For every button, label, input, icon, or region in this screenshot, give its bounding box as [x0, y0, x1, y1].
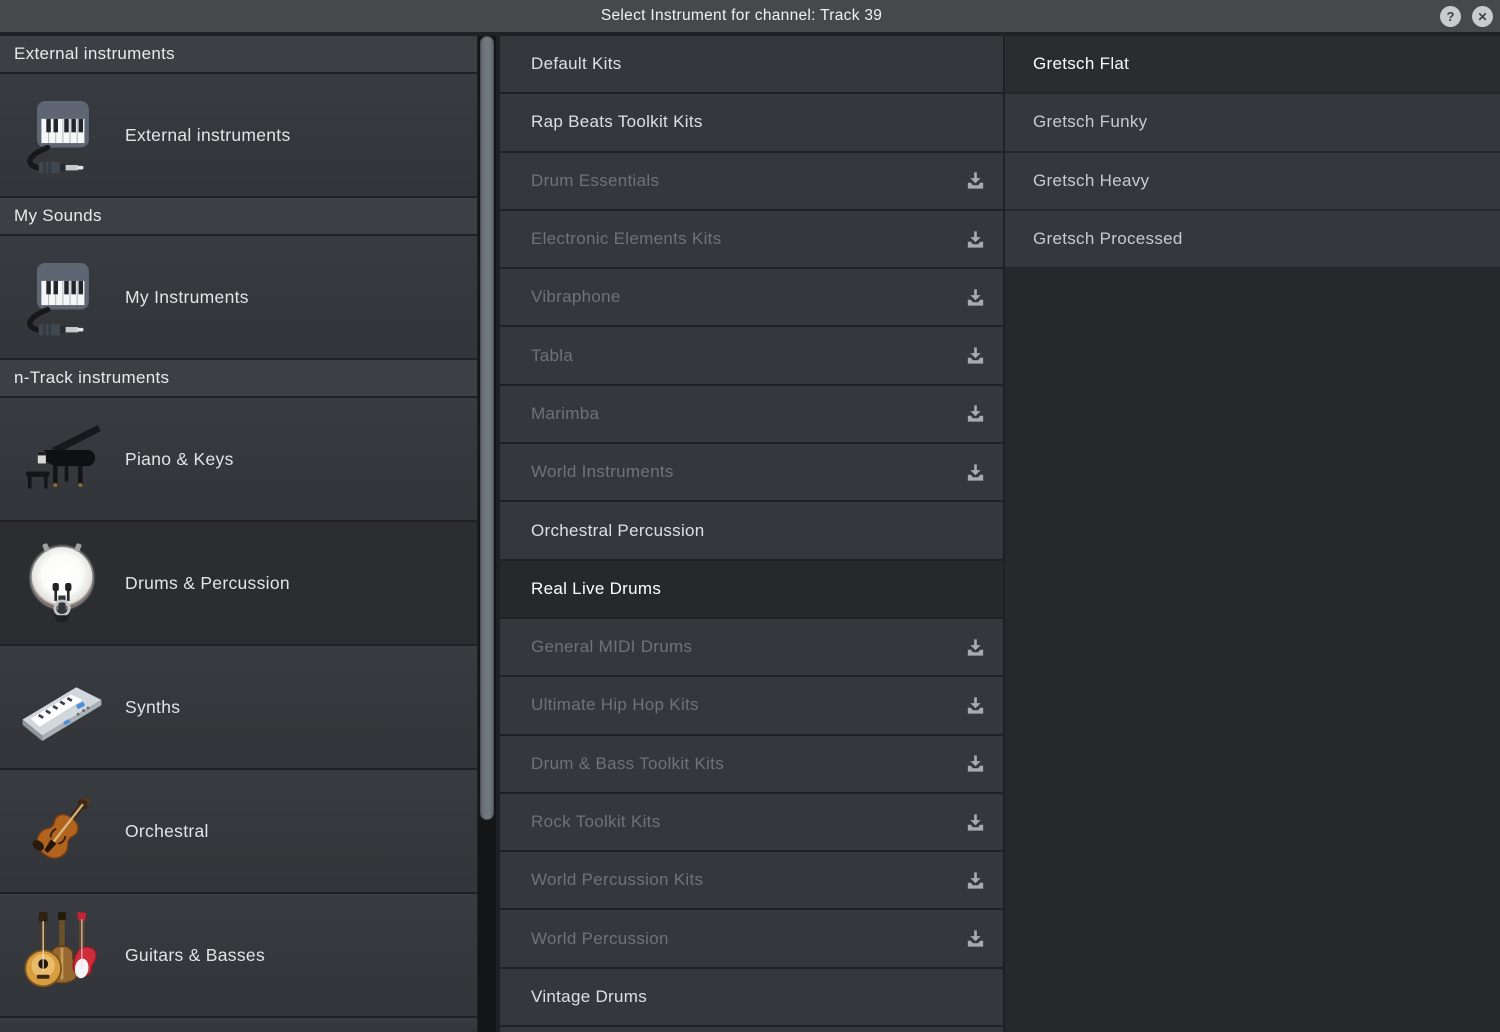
help-icon[interactable]: ? [1440, 6, 1461, 27]
pack-row-label: Rock Toolkit Kits [531, 812, 963, 832]
section-header-my-sounds: My Sounds [0, 198, 477, 234]
section-header-label: External instruments [14, 44, 175, 64]
preset-row-gretsch-heavy[interactable]: Gretsch Heavy [1005, 153, 1500, 209]
download-icon[interactable] [963, 693, 987, 717]
dialog-title: Select Instrument for channel: Track 39 [601, 7, 882, 25]
dialog-titlebar: Select Instrument for channel: Track 39 … [0, 0, 1500, 32]
pack-row-label: Orchestral Percussion [531, 521, 987, 541]
pack-row-drum-essentials[interactable]: Drum Essentials [500, 153, 1003, 209]
preset-row-label: Gretsch Funky [1033, 112, 1484, 132]
download-icon[interactable] [963, 227, 987, 251]
preset-row-gretsch-processed[interactable]: Gretsch Processed [1005, 211, 1500, 267]
instrument-packs-list: Default Kits Rap Beats Toolkit Kits Drum E… [500, 36, 1003, 1032]
pack-row-marimba[interactable]: Marimba [500, 386, 1003, 442]
pack-row-label: Rap Beats Toolkit Kits [531, 112, 987, 132]
category-item-label: Orchestral [125, 821, 209, 842]
pack-row-label: Tabla [531, 346, 963, 366]
category-item-label: Synths [125, 697, 180, 718]
pack-row-rock-toolkit-kits[interactable]: Rock Toolkit Kits [500, 794, 1003, 850]
section-header-n-track-instruments: n-Track instruments [0, 360, 477, 396]
pack-row-label: Real Live Drums [531, 579, 987, 599]
category-item-label: External instruments [125, 125, 291, 146]
category-item-orchestral[interactable]: Orchestral [0, 770, 477, 892]
section-header-label: My Sounds [14, 206, 102, 226]
category-item-label: Piano & Keys [125, 449, 234, 470]
category-item-external-instruments[interactable]: External instruments [0, 74, 477, 196]
download-icon[interactable] [963, 402, 987, 426]
pack-row-orchestral-percussion[interactable]: Orchestral Percussion [500, 502, 1003, 558]
pack-row-tabla[interactable]: Tabla [500, 327, 1003, 383]
pack-row-label: Electronic Elements Kits [531, 229, 963, 249]
pack-row-electronic-elements-kits[interactable]: Electronic Elements Kits [500, 211, 1003, 267]
download-icon[interactable] [963, 285, 987, 309]
pack-row-vintage-drums[interactable]: Vintage Drums [500, 969, 1003, 1025]
midi-keyboard-icon [19, 254, 105, 340]
section-header-label: n-Track instruments [14, 368, 169, 388]
grand-piano-icon [19, 416, 105, 502]
category-item-label: My Instruments [125, 287, 249, 308]
download-icon[interactable] [963, 868, 987, 892]
preset-row-label: Gretsch Processed [1033, 229, 1484, 249]
category-item-label: Guitars & Basses [125, 945, 265, 966]
pack-row-world-percussion-kits[interactable]: World Percussion Kits [500, 852, 1003, 908]
download-icon[interactable] [963, 810, 987, 834]
preset-row-gretsch-flat[interactable]: Gretsch Flat [1005, 36, 1500, 92]
category-item-piano-keys[interactable]: Piano & Keys [0, 398, 477, 520]
pack-row-label: Vibraphone [531, 287, 963, 307]
download-icon[interactable] [963, 460, 987, 484]
category-item-my-instruments[interactable]: My Instruments [0, 236, 477, 358]
pack-row-partial[interactable] [500, 1027, 1003, 1032]
pack-row-real-live-drums[interactable]: Real Live Drums [500, 561, 1003, 617]
pack-row-world-instruments[interactable]: World Instruments [500, 444, 1003, 500]
pack-row-label: Drum & Bass Toolkit Kits [531, 754, 963, 774]
category-item-drums-percussion[interactable]: Drums & Percussion [0, 522, 477, 644]
guitars-icon [19, 912, 105, 998]
section-header-external-instruments: External instruments [0, 36, 477, 72]
midi-keyboard-icon [19, 92, 105, 178]
violin-icon [19, 788, 105, 874]
category-item-partial[interactable] [0, 1018, 477, 1032]
pack-row-label: Drum Essentials [531, 171, 963, 191]
preset-row-label: Gretsch Flat [1033, 54, 1484, 74]
bass-drum-icon [19, 540, 105, 626]
pack-row-label: Vintage Drums [531, 987, 987, 1007]
synth-keyboard-icon [19, 664, 105, 750]
pack-row-label: World Percussion [531, 929, 963, 949]
download-icon[interactable] [963, 169, 987, 193]
pack-row-label: World Instruments [531, 462, 963, 482]
close-icon[interactable]: ✕ [1472, 6, 1493, 27]
download-icon[interactable] [963, 752, 987, 776]
preset-row-label: Gretsch Heavy [1033, 171, 1484, 191]
presets-list: Gretsch Flat Gretsch Funky Gretsch Heavy Gr… [1005, 36, 1500, 1032]
preset-row-gretsch-funky[interactable]: Gretsch Funky [1005, 94, 1500, 150]
pack-row-label: Default Kits [531, 54, 987, 74]
download-icon[interactable] [963, 927, 987, 951]
pack-row-vibraphone[interactable]: Vibraphone [500, 269, 1003, 325]
pack-row-general-midi-drums[interactable]: General MIDI Drums [500, 619, 1003, 675]
download-icon[interactable] [963, 635, 987, 659]
category-item-guitars-basses[interactable]: Guitars & Basses [0, 894, 477, 1016]
pack-row-drum-bass-toolkit-kits[interactable]: Drum & Bass Toolkit Kits [500, 736, 1003, 792]
instrument-categories-panel: External instruments External instruments… [0, 36, 477, 1032]
pack-row-label: World Percussion Kits [531, 870, 963, 890]
pack-row-ultimate-hip-hop-kits[interactable]: Ultimate Hip Hop Kits [500, 677, 1003, 733]
category-item-synths[interactable]: Synths [0, 646, 477, 768]
pack-row-rap-beats-toolkit-kits[interactable]: Rap Beats Toolkit Kits [500, 94, 1003, 150]
pack-row-world-percussion[interactable]: World Percussion [500, 910, 1003, 966]
pack-row-label: General MIDI Drums [531, 637, 963, 657]
categories-scrollbar[interactable] [478, 36, 496, 1032]
category-item-label: Drums & Percussion [125, 573, 290, 594]
pack-row-default-kits[interactable]: Default Kits [500, 36, 1003, 92]
pack-row-label: Marimba [531, 404, 963, 424]
pack-row-label: Ultimate Hip Hop Kits [531, 695, 963, 715]
scrollbar-thumb[interactable] [480, 36, 494, 820]
download-icon[interactable] [963, 344, 987, 368]
